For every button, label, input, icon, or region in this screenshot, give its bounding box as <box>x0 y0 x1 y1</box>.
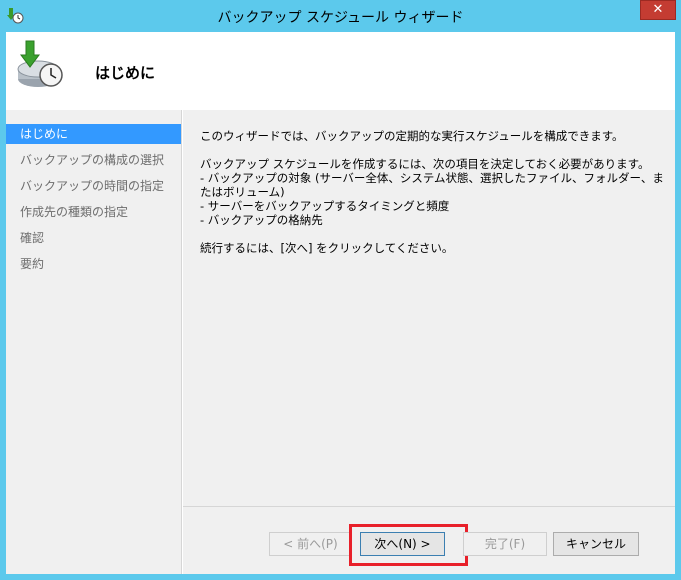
decide-heading: バックアップ スケジュールを作成するには、次の項目を決定しておく必要があります。 <box>200 157 650 171</box>
sidebar-item-introduction[interactable]: はじめに <box>6 124 181 144</box>
sidebar-item-destination-type[interactable]: 作成先の種類の指定 <box>6 202 181 222</box>
bullet-item: - バックアップの対象 (サーバー全体、システム状態、選択したファイル、フォルダ… <box>200 171 664 199</box>
next-button[interactable]: 次へ(N) > <box>360 532 445 556</box>
title-bar: バックアップ スケジュール ウィザード ✕ <box>0 0 681 32</box>
close-icon: ✕ <box>652 2 664 17</box>
bullet-item: - バックアップの格納先 <box>200 213 323 227</box>
continue-text: 続行するには、[次へ] をクリックしてください。 <box>200 241 454 255</box>
wizard-content: このウィザードでは、バックアップの定期的な実行スケジュールを構成できます。 バッ… <box>183 110 675 574</box>
wizard-window: はじめに はじめに バックアップの構成の選択 バックアップの時間の指定 作成先の… <box>6 32 675 574</box>
wizard-steps-sidebar: はじめに バックアップの構成の選択 バックアップの時間の指定 作成先の種類の指定… <box>6 110 182 574</box>
sidebar-item-backup-configuration[interactable]: バックアップの構成の選択 <box>6 150 181 170</box>
sidebar-item-confirmation[interactable]: 確認 <box>6 228 181 248</box>
back-button[interactable]: < 前へ(P) <box>269 532 352 556</box>
bullet-item: - サーバーをバックアップするタイミングと頻度 <box>200 199 450 213</box>
backup-schedule-icon <box>17 40 63 87</box>
cancel-button[interactable]: キャンセル <box>553 532 639 556</box>
wizard-header: はじめに <box>6 32 675 110</box>
window-title: バックアップ スケジュール ウィザード <box>217 10 464 26</box>
content-text: このウィザードでは、バックアップの定期的な実行スケジュールを構成できます。 バッ… <box>200 129 665 255</box>
page-title: はじめに <box>95 64 156 82</box>
sidebar-item-backup-time[interactable]: バックアップの時間の指定 <box>6 176 181 196</box>
close-button[interactable]: ✕ <box>640 0 676 20</box>
sidebar-item-summary[interactable]: 要約 <box>6 254 181 274</box>
intro-text: このウィザードでは、バックアップの定期的な実行スケジュールを構成できます。 <box>200 129 624 143</box>
footer-divider <box>183 506 675 507</box>
finish-button[interactable]: 完了(F) <box>463 532 547 556</box>
